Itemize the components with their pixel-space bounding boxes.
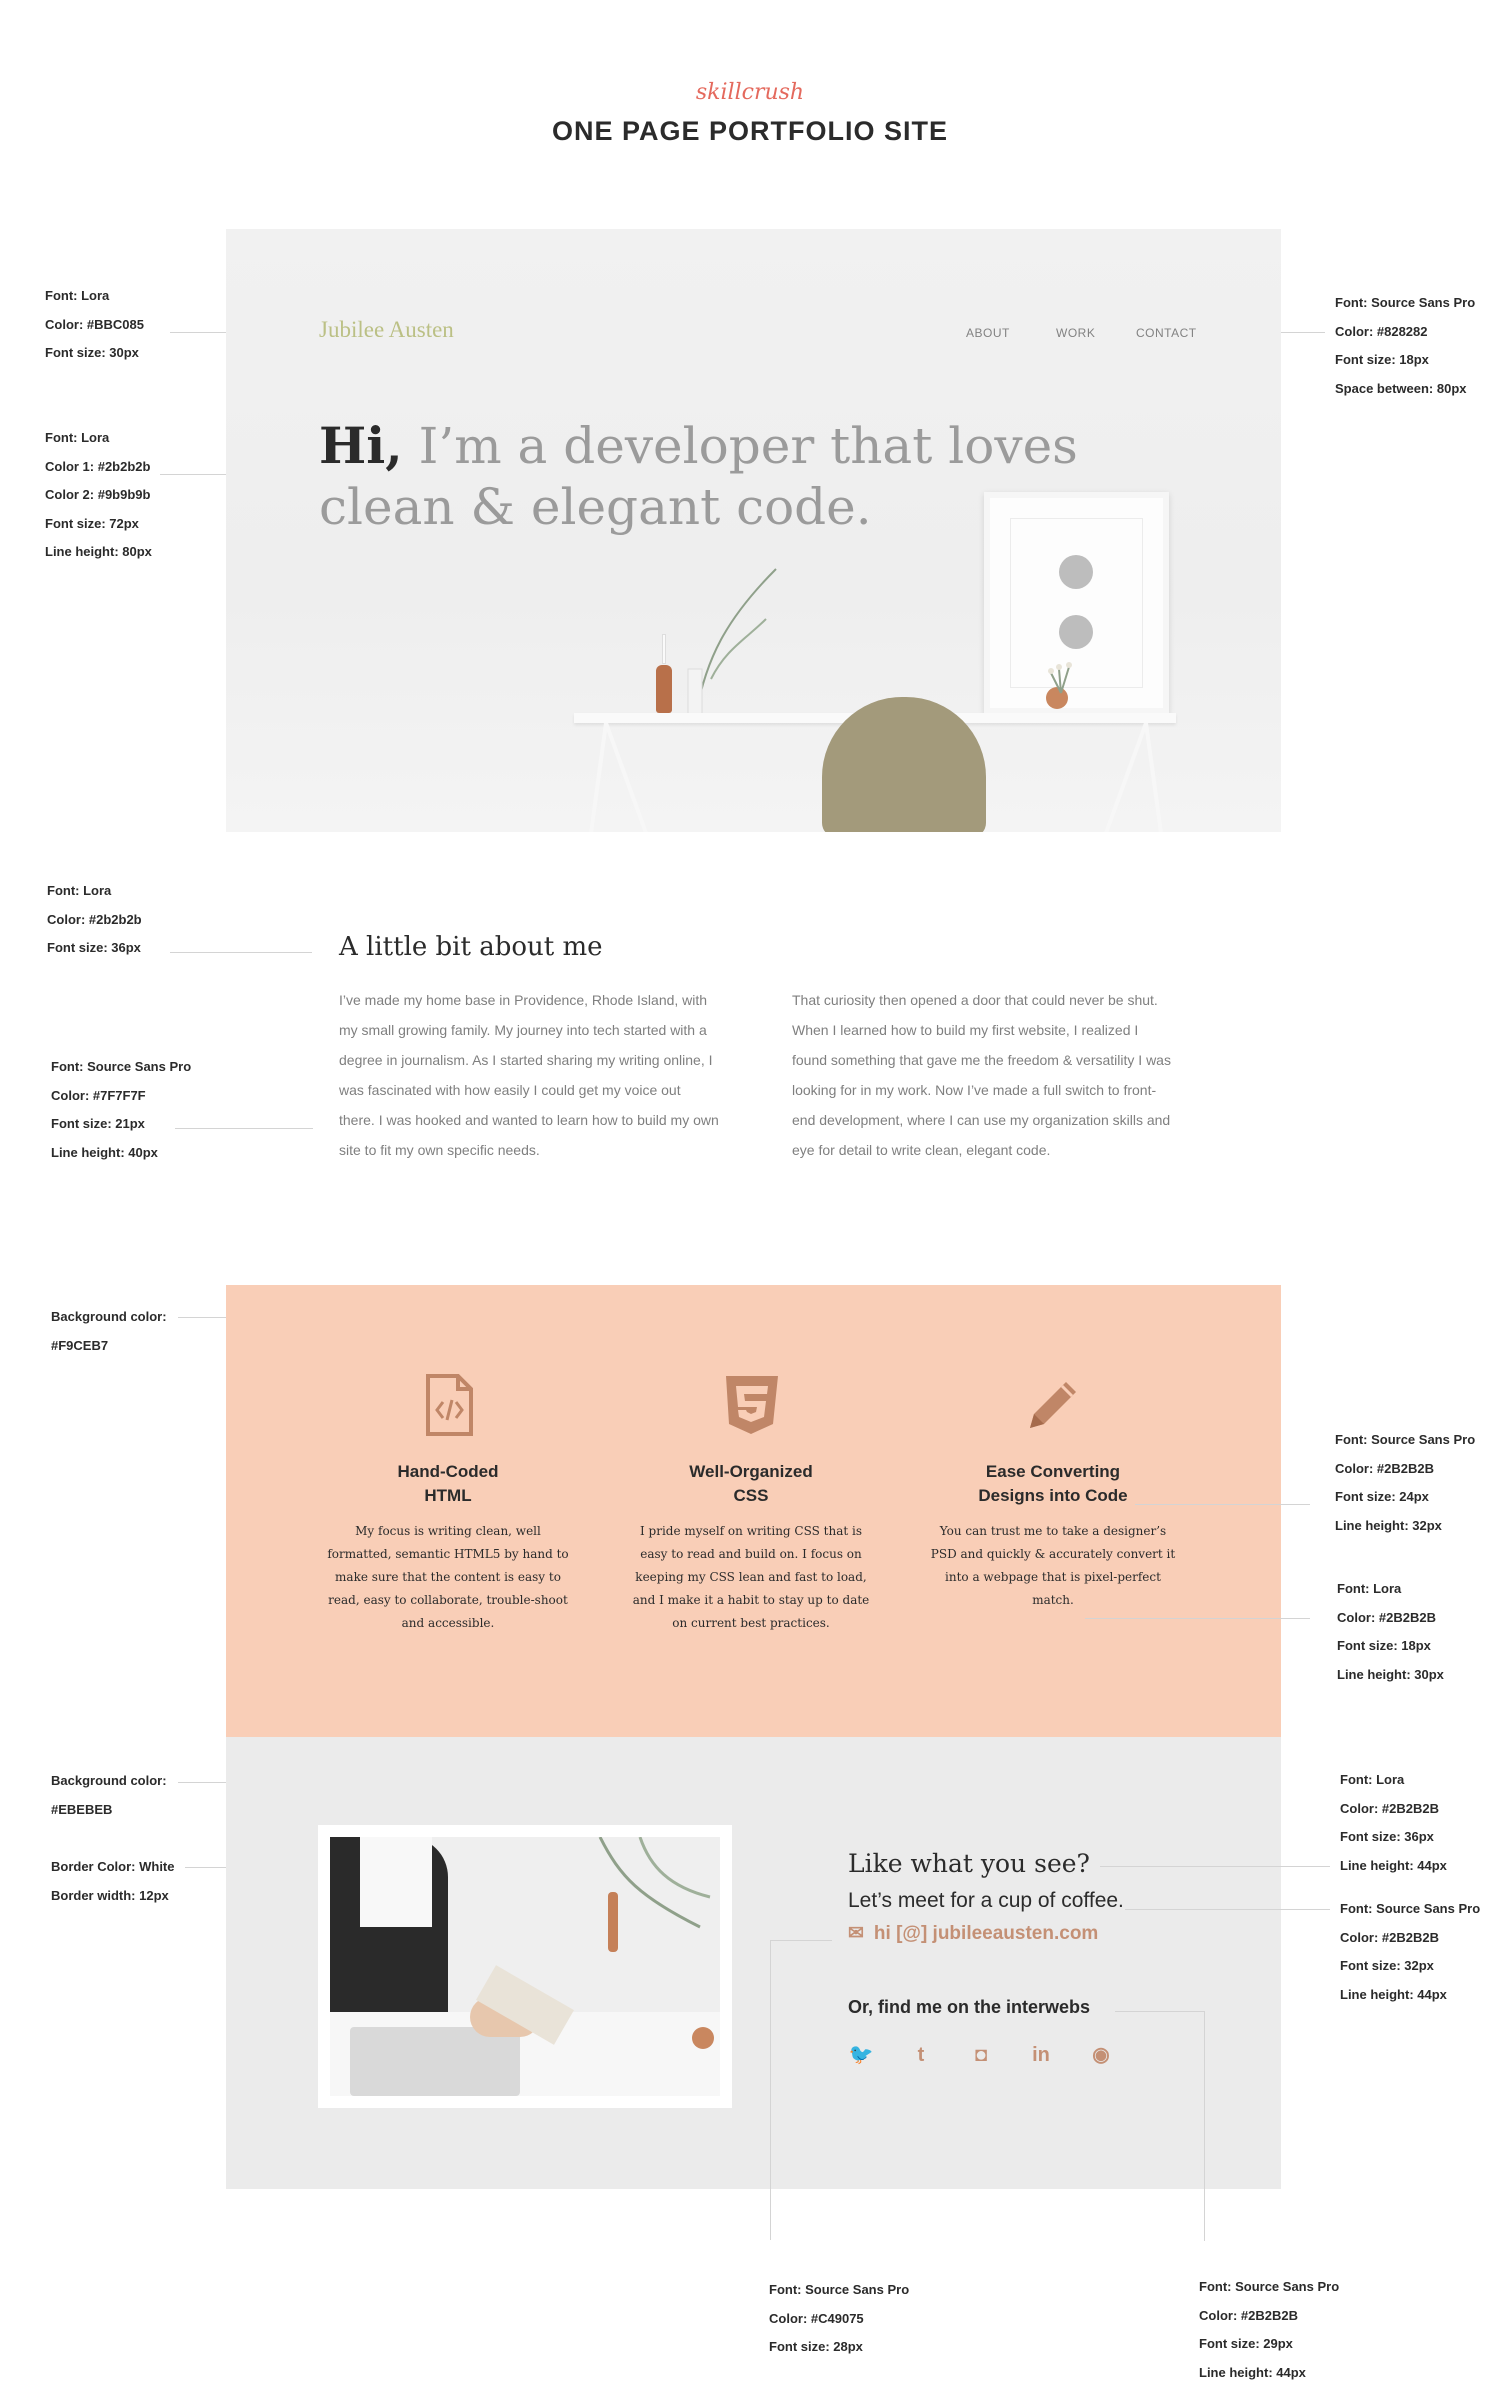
- plant-illustration: [687, 568, 777, 715]
- spec-social: Font: Source Sans Pro Color: #2B2B2B Font …: [1199, 2279, 1340, 2380]
- envelope-icon: ✉: [848, 1923, 864, 1944]
- leader-line: [1115, 2011, 1205, 2012]
- contact-section: Like what you see? Let’s meet for a cup …: [226, 1737, 1281, 2189]
- spec-contact-bg: Background color: #EBEBEB: [51, 1773, 167, 1817]
- candle-holder: [656, 665, 672, 713]
- about-paragraph-1: I’ve made my home base in Providence, Rh…: [339, 992, 719, 1158]
- skills-section: Hand-Coded HTML My focus is writing clean…: [226, 1285, 1281, 1737]
- linkedin-icon[interactable]: in: [1028, 2042, 1054, 2068]
- spec-skills-bg: Background color: #F9CEB7: [51, 1309, 167, 1353]
- spec-nav: Font: Source Sans Pro Color: #828282 Font …: [1335, 295, 1476, 396]
- leader-line: [770, 1940, 771, 2240]
- contact-subheading: Let’s meet for a cup of coffee.: [848, 1889, 1124, 1912]
- spec-headline: Font: Lora Color 1: #2b2b2b Color 2: #9b9b…: [45, 430, 152, 559]
- headline-text: I’m a developer that loves clean & elega…: [319, 417, 1078, 536]
- email-text: hi [@] jubileeausten.com: [873, 1923, 1099, 1944]
- skill-title-line2: CSS: [733, 1486, 769, 1505]
- skill-card: Ease Converting Designs into Code You can…: [928, 1370, 1178, 1612]
- instagram-icon[interactable]: ◘: [968, 2042, 994, 2068]
- contact-email-link[interactable]: ✉ hi [@] jubileeausten.com: [848, 1922, 1098, 1945]
- leader-line: [175, 1128, 313, 1129]
- nav-contact[interactable]: CONTACT: [1136, 326, 1197, 340]
- html-file-icon: [426, 1374, 473, 1436]
- nav-work[interactable]: WORK: [1056, 326, 1095, 340]
- vase-flowers: [1048, 662, 1072, 694]
- page-title: ONE PAGE PORTFOLIO SITE: [551, 116, 949, 146]
- leader-line: [770, 1940, 832, 1941]
- skill-title-line1: Well-Organized: [689, 1462, 813, 1481]
- spec-about-title: Font: Lora Color: #2b2b2b Font size: 36px: [47, 883, 142, 955]
- leader-line: [1125, 1909, 1330, 1910]
- hero-headline: Hi, I’m a developer that loves clean & e…: [319, 415, 1079, 538]
- nav-about[interactable]: ABOUT: [966, 326, 1010, 340]
- skill-description: I pride myself on writing CSS that is ea…: [632, 1524, 870, 1630]
- contact-photo: [318, 1825, 732, 2108]
- laptop: [350, 2027, 520, 2096]
- skill-description: You can trust me to take a designer’s PS…: [930, 1524, 1176, 1607]
- spec-photo-border: Border Color: White Border width: 12px: [51, 1859, 175, 1903]
- skill-description: My focus is writing clean, well formatte…: [327, 1524, 569, 1630]
- copper-vase: [692, 2027, 714, 2049]
- candle: [662, 634, 666, 664]
- leader-line: [1135, 1504, 1310, 1505]
- leader-line: [170, 952, 312, 953]
- social-links: 🐦 t ◘ in ◉: [848, 2042, 1114, 2068]
- skillcrush-logo: skillcrush: [695, 80, 805, 105]
- skill-title-line1: Hand-Coded: [397, 1462, 499, 1481]
- tumblr-icon[interactable]: t: [908, 2042, 934, 2068]
- about-heading: A little bit about me: [339, 932, 603, 962]
- css3-icon: [726, 1376, 778, 1434]
- skill-card: Well-Organized CSS I pride myself on writ…: [626, 1370, 876, 1635]
- headline-greeting: Hi,: [319, 416, 403, 475]
- spec-contact-title: Font: Lora Color: #2B2B2B Font size: 36px L…: [1340, 1772, 1447, 1873]
- contact-heading: Like what you see?: [848, 1849, 1090, 1878]
- spec-about-body: Font: Source Sans Pro Color: #7F7F7F Font …: [51, 1059, 192, 1160]
- site-logo[interactable]: Jubilee Austen: [319, 317, 454, 343]
- hero-section: Jubilee Austen ABOUT WORK CONTACT Hi, I’…: [226, 229, 1281, 832]
- twitter-icon[interactable]: 🐦: [848, 2042, 874, 2068]
- social-heading: Or, find me on the interwebs: [848, 1997, 1091, 2017]
- pencil-icon: [1030, 1382, 1076, 1428]
- spec-contact-subtitle: Font: Source Sans Pro Color: #2B2B2B Font …: [1340, 1901, 1481, 2002]
- person-shirt: [360, 1837, 432, 1927]
- spec-skill-title: Font: Source Sans Pro Color: #2B2B2B Font …: [1335, 1432, 1476, 1533]
- github-icon[interactable]: ◉: [1088, 2042, 1114, 2068]
- leader-line: [1085, 1618, 1310, 1619]
- leader-line: [1100, 1866, 1330, 1867]
- spec-skill-text: Font: Lora Color: #2B2B2B Font size: 18px L…: [1337, 1581, 1444, 1682]
- spec-logo: Font: Lora Color: #BBC085 Font size: 30px: [45, 288, 144, 360]
- skill-title-line2: HTML: [424, 1486, 472, 1505]
- skill-card: Hand-Coded HTML My focus is writing clean…: [323, 1370, 573, 1635]
- spec-email: Font: Source Sans Pro Color: #C49075 Font …: [769, 2282, 910, 2354]
- plant-illustration: [598, 1837, 711, 1929]
- skill-title-line1: Ease Converting: [985, 1462, 1121, 1481]
- leader-line: [1204, 2011, 1205, 2241]
- about-paragraph-2: That curiosity then opened a door that c…: [792, 992, 1171, 1158]
